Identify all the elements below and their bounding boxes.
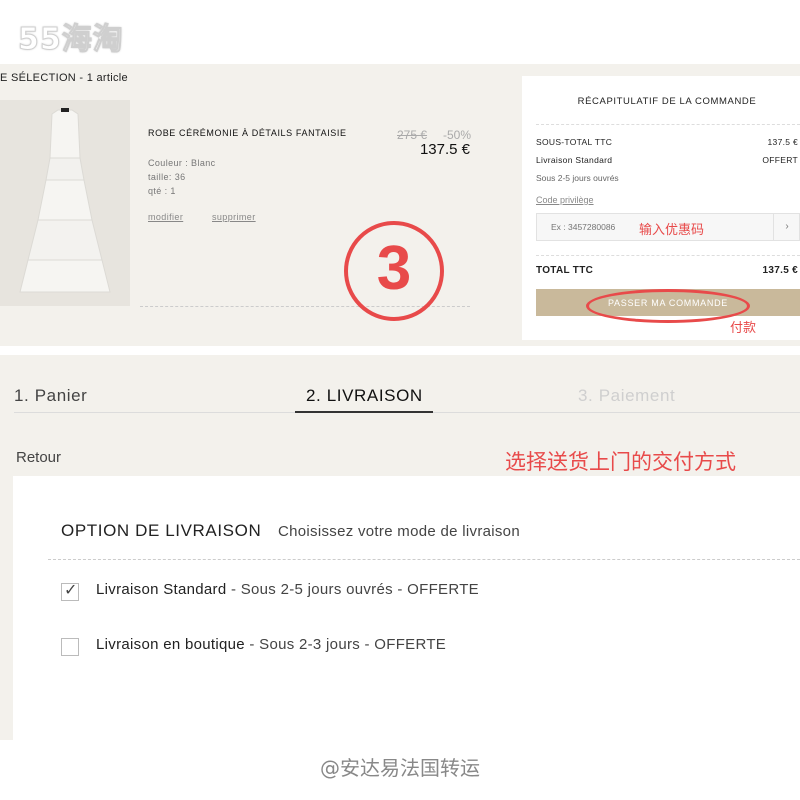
dress-illustration bbox=[0, 100, 130, 306]
options-subtitle: Choisissez votre mode de livraison bbox=[278, 523, 520, 540]
shipping-row: Livraison Standard OFFERT bbox=[536, 155, 798, 165]
delivery-screenshot: 1. Panier 2. LIVRAISON 3. Paiement Retou… bbox=[0, 355, 800, 740]
chevron-right-icon[interactable]: › bbox=[773, 214, 800, 240]
highlight-ellipse-annotation bbox=[586, 289, 750, 323]
order-summary-panel: RÉCAPITULATIF DE LA COMMANDE SOUS-TOTAL … bbox=[522, 76, 800, 340]
shipping-label: Livraison Standard bbox=[536, 155, 613, 165]
active-step-indicator bbox=[295, 411, 433, 413]
delete-link[interactable]: supprimer bbox=[212, 212, 256, 222]
option-label: Livraison Standard - Sous 2-5 jours ouvr… bbox=[96, 581, 479, 598]
discount-badge: -50% bbox=[443, 128, 472, 142]
delivery-choice-annotation: 选择送货上门的交付方式 bbox=[505, 450, 736, 474]
pay-annotation: 付款 bbox=[730, 321, 757, 336]
total-label: TOTAL TTC bbox=[536, 265, 594, 276]
footer-watermark: @安达易法国转运 bbox=[320, 756, 480, 780]
back-link[interactable]: Retour bbox=[16, 449, 61, 466]
subtotal-row: SOUS-TOTAL TTC 137.5 € bbox=[536, 137, 798, 147]
subtotal-value: 137.5 € bbox=[767, 137, 798, 147]
step-delivery[interactable]: 2. LIVRAISON bbox=[306, 386, 423, 406]
summary-title: RÉCAPITULATIF DE LA COMMANDE bbox=[577, 96, 757, 107]
product-image[interactable] bbox=[0, 100, 130, 306]
option-name: Livraison en boutique bbox=[96, 636, 245, 653]
shipping-value: OFFERT bbox=[762, 155, 798, 165]
total-row: TOTAL TTC 137.5 € bbox=[536, 265, 798, 276]
options-title: OPTION DE LIVRAISON bbox=[61, 521, 262, 540]
item-size: taille: 36 bbox=[148, 172, 186, 182]
divider bbox=[536, 124, 800, 125]
delivery-options-card: OPTION DE LIVRAISON Choisissez votre mod… bbox=[13, 476, 800, 740]
item-quantity: qté : 1 bbox=[148, 186, 176, 196]
product-name[interactable]: ROBE CÉRÉMONIE À DÉTAILS FANTAISIE bbox=[148, 128, 347, 138]
step-number-annotation: 3 bbox=[344, 221, 444, 321]
divider bbox=[536, 255, 800, 256]
option-detail: - Sous 2-3 jours - OFFERTE bbox=[244, 636, 447, 653]
cart-screenshot: E SÉLECTION - 1 article ROBE CÉRÉMONIE À… bbox=[0, 64, 800, 346]
delivery-days: Sous 2-5 jours ouvrés bbox=[536, 173, 619, 183]
option-label: Livraison en boutique - Sous 2-3 jours -… bbox=[96, 636, 446, 653]
checkbox-standard[interactable]: ✓ bbox=[61, 582, 79, 601]
watermark-logo: 55海淘 bbox=[18, 22, 124, 58]
promo-annotation: 输入优惠码 bbox=[639, 223, 705, 238]
total-value: 137.5 € bbox=[762, 265, 798, 276]
option-detail: - Sous 2-5 jours ouvrés - OFFERTE bbox=[226, 581, 479, 598]
sale-price: 137.5 € bbox=[419, 141, 470, 158]
step-payment[interactable]: 3. Paiement bbox=[578, 386, 675, 406]
promo-code-link[interactable]: Code privilège bbox=[536, 195, 594, 205]
subtotal-label: SOUS-TOTAL TTC bbox=[536, 137, 613, 147]
checkmark-icon: ✓ bbox=[64, 582, 78, 599]
option-name: Livraison Standard bbox=[96, 581, 227, 598]
original-price: 275 € bbox=[397, 128, 428, 142]
divider bbox=[48, 559, 800, 560]
step-cart[interactable]: 1. Panier bbox=[14, 386, 87, 406]
checkbox-boutique[interactable] bbox=[61, 638, 79, 656]
selection-title: E SÉLECTION - 1 article bbox=[0, 72, 128, 84]
modify-link[interactable]: modifier bbox=[148, 212, 183, 222]
item-color: Couleur : Blanc bbox=[148, 158, 216, 168]
